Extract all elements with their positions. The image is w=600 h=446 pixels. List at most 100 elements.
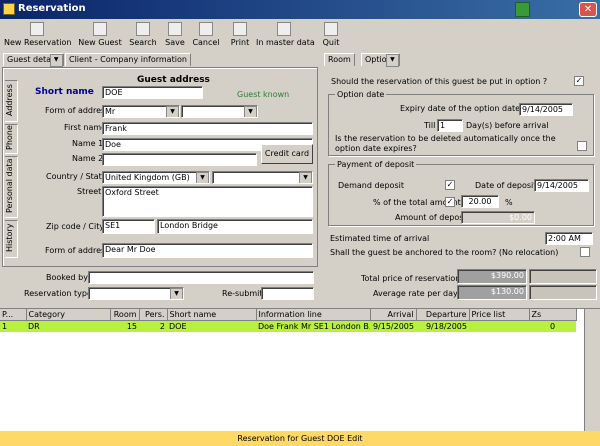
cell-short-name: DOE bbox=[169, 322, 187, 331]
side-tab-personal-data[interactable]: Personal data bbox=[5, 156, 18, 218]
window-title: Reservation bbox=[18, 3, 86, 14]
short-name-label: Short name bbox=[35, 87, 94, 97]
side-tab-address[interactable]: Address bbox=[5, 80, 18, 122]
street-input[interactable]: Oxford Street bbox=[102, 186, 313, 217]
cell-category: DR bbox=[28, 322, 40, 331]
new-guest-button[interactable]: New Guest bbox=[78, 22, 122, 54]
percent-checkbox[interactable]: ✓ bbox=[445, 197, 455, 207]
cancel-icon bbox=[199, 22, 213, 36]
credit-card-button[interactable]: Credit card bbox=[261, 144, 313, 164]
side-tab-phone[interactable]: Phone bbox=[5, 124, 18, 154]
tab-room[interactable]: Room bbox=[324, 53, 355, 66]
col-information-line[interactable]: Information line bbox=[256, 309, 371, 321]
delete-checkbox[interactable] bbox=[577, 141, 587, 151]
cell-position: 1 bbox=[2, 322, 8, 331]
zip-city-label: Zip code / City bbox=[46, 222, 105, 231]
app-icon bbox=[3, 3, 15, 15]
date-of-deposit-input[interactable]: 9/14/2005 bbox=[534, 179, 589, 192]
option-date-group: Option date Expiry date of the option da… bbox=[328, 90, 594, 156]
city-input[interactable]: London Bridge bbox=[157, 219, 313, 234]
demand-deposit-checkbox[interactable]: ✓ bbox=[445, 180, 455, 190]
state-select[interactable] bbox=[212, 171, 313, 184]
cell-room: 15 bbox=[126, 322, 137, 331]
deposit-group: Payment of deposit Demand deposit ✓ Date… bbox=[328, 160, 594, 226]
first-name-input[interactable]: Frank bbox=[102, 122, 313, 135]
demand-deposit-label: Demand deposit bbox=[338, 181, 404, 190]
option-question: Should the reservation of this guest be … bbox=[331, 77, 548, 86]
short-name-input[interactable]: DOE bbox=[102, 86, 203, 99]
tab-client-company[interactable]: Client - Company information bbox=[65, 53, 191, 66]
anchor-checkbox[interactable] bbox=[580, 247, 590, 257]
quit-button[interactable]: Quit bbox=[321, 22, 341, 54]
average-rate-extra bbox=[529, 285, 597, 300]
percent-input[interactable]: 20.00 bbox=[461, 195, 499, 208]
col-departure[interactable]: Departure bbox=[416, 309, 470, 321]
tab-guest-details[interactable]: Guest details bbox=[3, 53, 64, 67]
toolbar: New Reservation New Guest Search Save Ca… bbox=[0, 20, 600, 54]
cell-persons: 2 bbox=[159, 322, 165, 331]
resubmit-input[interactable] bbox=[261, 287, 314, 300]
cell-price-list bbox=[469, 321, 529, 333]
cancel-button[interactable]: Cancel bbox=[191, 22, 221, 54]
save-icon bbox=[168, 22, 182, 36]
close-button[interactable]: ✕ bbox=[579, 2, 597, 17]
col-zs[interactable]: Zs bbox=[529, 309, 577, 321]
reservation-type-select[interactable] bbox=[88, 287, 184, 300]
cell-departure: 9/18/2005 bbox=[425, 322, 467, 331]
guest-address-heading: Guest address bbox=[137, 75, 210, 85]
option-date-group-label: Option date bbox=[335, 90, 387, 99]
green-status-icon[interactable] bbox=[515, 2, 530, 17]
document-icon bbox=[30, 22, 44, 36]
country-state-label: Country / State bbox=[46, 172, 107, 181]
name1-label: Name 1 bbox=[72, 139, 104, 148]
name2-input[interactable] bbox=[102, 153, 257, 166]
days-before-arrival-label: Day(s) before arrival bbox=[466, 121, 549, 130]
side-tab-history[interactable]: History bbox=[5, 220, 18, 258]
vertical-scrollbar[interactable] bbox=[584, 309, 600, 431]
average-rate-label: Average rate per day bbox=[373, 289, 458, 298]
user-icon bbox=[93, 22, 107, 36]
save-button[interactable]: Save bbox=[162, 22, 188, 54]
total-price-extra bbox=[529, 269, 597, 284]
col-room[interactable]: Room bbox=[110, 309, 140, 321]
country-select[interactable]: United Kingdom (GB) bbox=[102, 171, 210, 184]
table-row[interactable]: 1 DR 15 2 DOE Doe Frank Mr SE1 London B.… bbox=[0, 320, 576, 333]
guest-known-label: Guest known bbox=[237, 90, 290, 99]
tab-strip: Guest details Client - Company informati… bbox=[0, 53, 600, 67]
booked-by-label: Booked by bbox=[46, 273, 88, 282]
option-checkbox[interactable]: ✓ bbox=[574, 76, 584, 86]
average-rate-value: $130.00 bbox=[457, 285, 527, 300]
name2-label: Name 2 bbox=[72, 154, 104, 163]
col-short-name[interactable]: Short name bbox=[167, 309, 257, 321]
eta-input[interactable]: 2:00 AM bbox=[545, 232, 593, 245]
master-data-button[interactable]: In master data bbox=[256, 22, 315, 54]
title-select[interactable] bbox=[181, 105, 258, 118]
cell-arrival: 9/15/2005 bbox=[372, 322, 414, 331]
print-button[interactable]: Print bbox=[229, 22, 251, 54]
total-price-value: $390.00 bbox=[457, 269, 527, 284]
search-button[interactable]: Search bbox=[127, 22, 159, 54]
amount-of-deposit-input: $0.00 bbox=[461, 211, 535, 224]
export-icon bbox=[277, 22, 291, 36]
anchor-question: Shall the guest be anchored to the room?… bbox=[330, 248, 559, 257]
col-arrival[interactable]: Arrival bbox=[370, 309, 417, 321]
delete-question: Is the reservation to be deleted automat… bbox=[335, 134, 556, 153]
new-reservation-button[interactable]: New Reservation bbox=[4, 22, 71, 54]
expiry-date-input[interactable]: 9/14/2005 bbox=[519, 103, 573, 116]
reservation-type-label: Reservation type bbox=[24, 289, 92, 298]
cell-information-line: Doe Frank Mr SE1 London B... bbox=[258, 322, 370, 331]
reservation-table: P... Category Room Pers. Short name Info… bbox=[0, 308, 600, 431]
col-persons[interactable]: Pers. bbox=[139, 309, 168, 321]
form-of-address-select[interactable]: Mr bbox=[102, 105, 180, 118]
booked-by-input[interactable] bbox=[88, 271, 314, 284]
eta-label: Estimated time of arrival bbox=[330, 234, 430, 243]
col-position[interactable]: P... bbox=[0, 309, 27, 321]
col-price-list[interactable]: Price list bbox=[469, 309, 530, 321]
col-category[interactable]: Category bbox=[26, 309, 111, 321]
zip-code-input[interactable]: SE1 bbox=[102, 219, 155, 234]
till-input[interactable]: 1 bbox=[437, 119, 463, 132]
salutation-label: Form of address bbox=[45, 246, 110, 255]
tab-options[interactable]: Options bbox=[361, 53, 400, 67]
search-icon bbox=[136, 22, 150, 36]
salutation-input[interactable]: Dear Mr Doe bbox=[102, 243, 313, 258]
